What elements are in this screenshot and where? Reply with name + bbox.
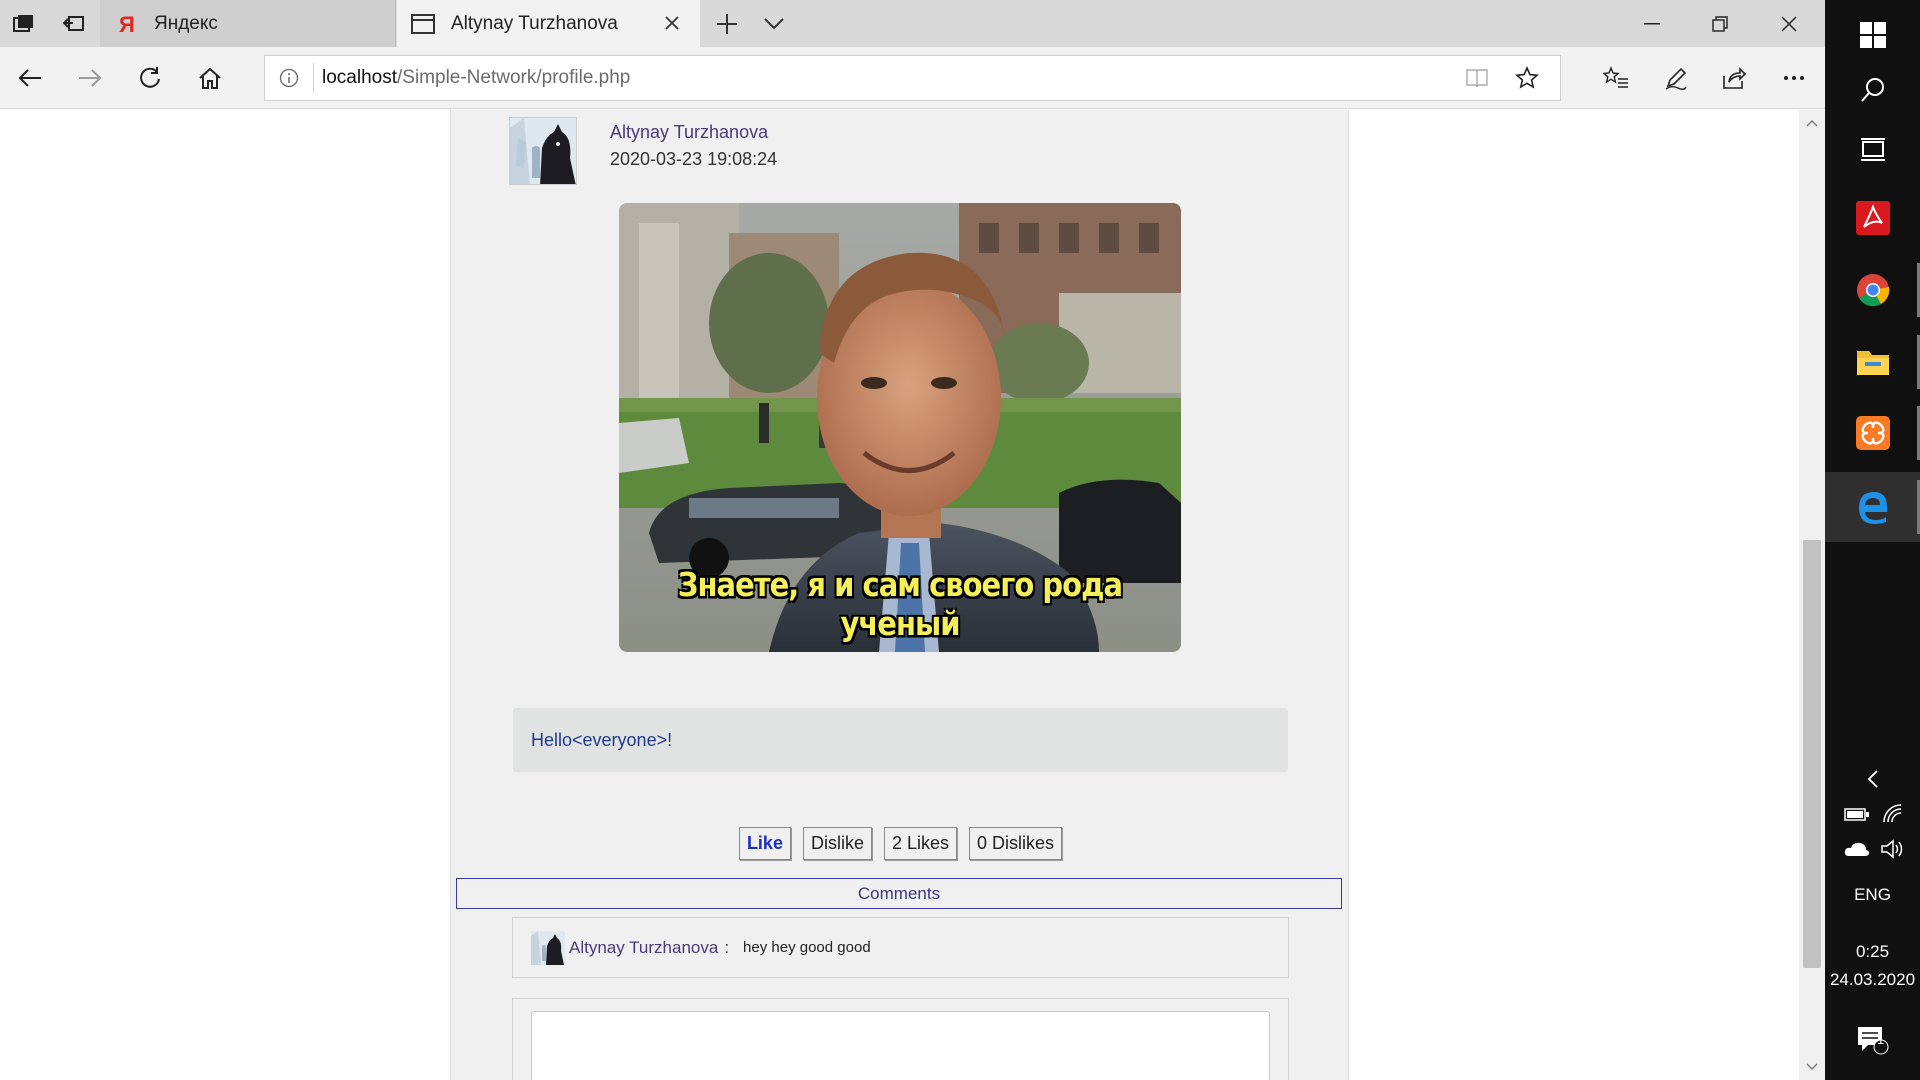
favorite-star-icon[interactable] <box>1503 56 1551 100</box>
windows-taskbar: ENG 0:25 24.03.2020 1 <box>1825 0 1920 1080</box>
set-aside-tabs-icon[interactable] <box>50 0 98 47</box>
address-bar[interactable]: localhost/Simple-Network/profile.php <box>264 55 1561 101</box>
post-text: Hello<everyone>! <box>513 708 1288 772</box>
language-label: ENG <box>1854 885 1891 904</box>
wifi-icon[interactable] <box>1845 800 1920 828</box>
time-label: 0:25 <box>1855 942 1890 961</box>
show-hidden-icons-chevron-icon[interactable] <box>1825 764 1920 794</box>
comments-header[interactable]: Comments <box>456 878 1342 909</box>
post-image: Знаете, я и сам своего рода ученый <box>619 203 1181 652</box>
scroll-up-icon[interactable] <box>1803 114 1821 132</box>
task-view-icon[interactable] <box>1825 115 1920 185</box>
volume-icon[interactable] <box>1845 835 1920 863</box>
more-options-icon[interactable] <box>1770 55 1818 101</box>
comment-input[interactable] <box>531 1011 1270 1080</box>
comment-item: Altynay Turzhanova : hey hey good good <box>512 917 1289 978</box>
url-host: localhost <box>322 67 397 88</box>
back-arrow-icon[interactable] <box>6 55 54 101</box>
favorites-hub-icon[interactable] <box>1592 55 1640 101</box>
tab-preview-chevron-icon[interactable] <box>750 0 798 47</box>
likes-count-button[interactable]: 2 Likes <box>883 827 958 860</box>
xampp-icon[interactable] <box>1825 398 1920 468</box>
like-button[interactable]: Like <box>738 827 791 860</box>
divider <box>313 63 314 93</box>
comment-author-name[interactable]: Altynay Turzhanova <box>569 938 718 958</box>
comment-text: hey hey good good <box>743 939 871 956</box>
new-tab-icon[interactable] <box>703 0 751 47</box>
date-label: 24.03.2020 <box>1829 970 1916 989</box>
close-tab-icon[interactable] <box>660 11 684 35</box>
page-scrollbar[interactable] <box>1799 110 1825 1080</box>
comment-author-avatar[interactable] <box>531 930 565 965</box>
url-path: /Simple-Network/profile.php <box>397 67 631 88</box>
post-timestamp: 2020-03-23 19:08:24 <box>610 149 778 169</box>
site-info-icon[interactable] <box>265 56 313 100</box>
tab-yandex[interactable]: Я Яндекс <box>100 0 396 47</box>
refresh-icon[interactable] <box>126 55 174 101</box>
post-actions: Like Dislike 2 Likes 0 Dislikes <box>451 827 1350 861</box>
tab-label: Яндекс <box>154 12 218 34</box>
input-language[interactable]: ENG <box>1825 880 1920 910</box>
dislikes-count-button[interactable]: 0 Dislikes <box>969 827 1063 860</box>
svg-text:Я: Я <box>119 13 135 35</box>
clock-date[interactable]: 24.03.2020 <box>1825 966 1920 994</box>
chrome-icon[interactable] <box>1825 255 1920 325</box>
page-icon <box>411 12 435 36</box>
post-author-avatar[interactable] <box>509 117 577 185</box>
share-icon[interactable] <box>1710 55 1758 101</box>
tab-label: Altynay Turzhanova <box>451 12 618 34</box>
web-note-pen-icon[interactable] <box>1652 55 1700 101</box>
acrobat-reader-icon[interactable] <box>1825 183 1920 253</box>
notification-count: 1 <box>1877 1032 1885 1047</box>
home-icon[interactable] <box>186 55 234 101</box>
action-center-icon[interactable]: 1 <box>1825 1020 1920 1060</box>
dislike-button[interactable]: Dislike <box>802 827 872 860</box>
browser-toolbar: localhost/Simple-Network/profile.php <box>0 47 1825 109</box>
profile-content-column: Altynay Turzhanova 2020-03-23 19:08:24 З… <box>450 110 1349 1080</box>
restore-icon[interactable] <box>1685 0 1755 47</box>
reading-view-icon[interactable] <box>1453 56 1501 100</box>
scroll-thumb[interactable] <box>1803 540 1821 968</box>
page-viewport: Altynay Turzhanova 2020-03-23 19:08:24 З… <box>0 110 1799 1080</box>
new-comment-card <box>512 998 1289 1080</box>
post-image-caption: Знаете, я и сам своего рода ученый <box>677 564 1123 644</box>
tab-manager-icon[interactable] <box>0 0 48 47</box>
close-window-icon[interactable] <box>1754 0 1824 47</box>
browser-tab-bar: Я Яндекс Altynay Turzhanova <box>0 0 1825 47</box>
tab-profile[interactable]: Altynay Turzhanova <box>397 0 700 47</box>
minimize-icon[interactable] <box>1617 0 1687 47</box>
clock-time[interactable]: 0:25 <box>1825 938 1920 966</box>
post-author-name[interactable]: Altynay Turzhanova <box>610 122 768 143</box>
yandex-logo-icon: Я <box>114 12 138 36</box>
forward-arrow-icon[interactable] <box>66 55 114 101</box>
scroll-down-icon[interactable] <box>1803 1058 1821 1076</box>
edge-icon[interactable] <box>1825 472 1920 542</box>
file-explorer-icon[interactable] <box>1825 327 1920 397</box>
comment-separator: : <box>724 937 730 957</box>
